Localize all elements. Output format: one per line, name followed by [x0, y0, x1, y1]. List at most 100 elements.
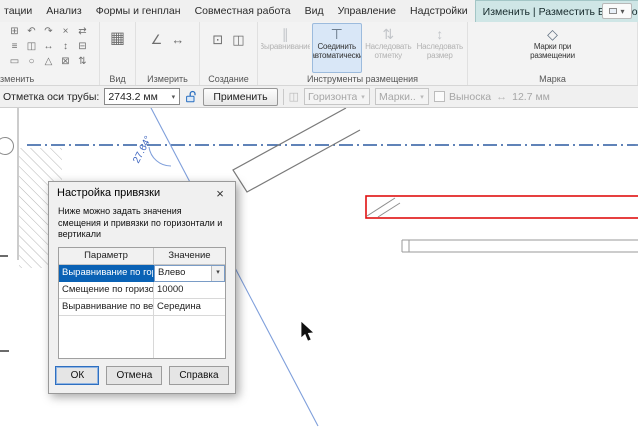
inherit-size-label: Наследовать размер — [416, 42, 464, 61]
column-header-value: Значение — [154, 248, 225, 266]
panel-label-measure: Измерить — [147, 74, 188, 84]
inherit-size-button[interactable]: ↕ Наследовать размер — [415, 23, 466, 73]
auto-connect-button[interactable]: ⊤ Соединить автоматически — [311, 23, 362, 73]
close-icon[interactable]: × — [205, 182, 235, 204]
view-tool-icon[interactable]: ▦ — [100, 30, 135, 48]
param-cell-vertical-justification[interactable]: Выравнивание по верт — [59, 299, 154, 317]
modify-tool-icon[interactable]: ↕ — [57, 39, 74, 54]
chevron-down-icon: ▾ — [620, 6, 625, 16]
value-combo-horizontal-justification[interactable]: Влево ▾ — [154, 265, 225, 283]
tab-collaborate[interactable]: Совместная работа — [188, 0, 298, 22]
panel-view: ▦ Вид — [100, 22, 136, 85]
horizontal-justification-value: Горизонта — [308, 90, 357, 103]
chevron-down-icon: ▾ — [361, 93, 365, 101]
cancel-button[interactable]: Отмена — [106, 366, 163, 385]
tab-addins[interactable]: Надстройки — [403, 0, 475, 22]
modify-tool-icon[interactable]: ◫ — [23, 39, 40, 54]
leader-checkbox[interactable]: Выноска — [434, 91, 491, 103]
value-cell-vertical-justification[interactable]: Середина — [154, 299, 225, 317]
lock-open-icon[interactable] — [185, 90, 198, 104]
level-marks — [0, 255, 9, 352]
tab-annotations[interactable]: тации — [0, 0, 39, 22]
chevron-down-icon[interactable]: ▾ — [211, 266, 224, 282]
modify-tool-icon[interactable]: ▭ — [6, 54, 23, 69]
panel-label-tag: Марка — [539, 74, 566, 84]
create-group-icon[interactable]: ⊡ — [212, 32, 223, 48]
leader-checkbox-label: Выноска — [449, 90, 492, 103]
justify-icon: ∥ — [281, 26, 289, 42]
ok-button[interactable]: ОК — [55, 366, 100, 385]
modify-tool-icon[interactable]: ⊟ — [74, 39, 91, 54]
modify-tool-icon[interactable]: ⇄ — [74, 24, 91, 39]
value-cell-horizontal-offset[interactable]: 10000 — [154, 282, 225, 300]
panel-label-placement-tools: Инструменты размещения — [306, 74, 419, 84]
tab-manage[interactable]: Управление — [331, 0, 403, 22]
help-button[interactable]: Справка — [169, 366, 229, 385]
revit-window: тации Анализ Формы и генплан Совместная … — [0, 0, 638, 427]
panel-create: ⊡ ◫ Создание — [200, 22, 258, 85]
options-bar: Отметка оси трубы: 2743.2 мм ▾ Применить… — [0, 86, 638, 108]
modify-tool-icon[interactable]: △ — [40, 54, 57, 69]
justify-label: Выравнивание — [260, 42, 311, 51]
inherit-elevation-button[interactable]: ⇅ Наследовать отметку — [363, 23, 414, 73]
column-header-parameter: Параметр — [59, 248, 154, 266]
justify-button[interactable]: ∥ Выравнивание — [260, 23, 311, 73]
leader-length-icon: ↔ — [496, 90, 508, 103]
panel-modify: ⊞ ↶ ↷ × ⇄ ≡ ◫ ↔ ↕ ⊟ ▭ ○ △ ⊠ ⇅ зменить — [0, 22, 100, 85]
tab-massing-site[interactable]: Формы и генплан — [89, 0, 188, 22]
mouse-cursor — [300, 320, 315, 342]
panel-placement-tools: ∥ Выравнивание ⊤ Соединить автоматически… — [258, 22, 468, 85]
param-cell-horizontal-justification[interactable]: Выравнивание по гори — [59, 265, 154, 283]
angle-measure-icon[interactable]: ∠ — [151, 32, 163, 48]
table-header-row: Параметр Значение — [59, 248, 225, 266]
tag-icon: ◇ — [547, 26, 558, 42]
dialog-description: Ниже можно задать значения смещения и пр… — [58, 206, 223, 240]
inherit-size-icon: ↕ — [436, 26, 444, 42]
tag-on-placement-button[interactable]: ◇ Марки при размещении — [520, 23, 586, 73]
justification-icon: ◫ — [288, 91, 299, 103]
settings-table: Параметр Значение Выравнивание по гори В… — [58, 247, 226, 360]
panel-label-create: Создание — [208, 74, 249, 84]
ribbon-tab-bar: тации Анализ Формы и генплан Совместная … — [0, 0, 638, 22]
modify-tool-icon[interactable]: ⊠ — [57, 54, 74, 69]
modify-tool-icon[interactable]: ≡ — [6, 39, 23, 54]
chevron-down-icon: ▾ — [420, 93, 424, 101]
dialog-title: Настройка привязки — [57, 187, 161, 199]
checkbox-icon — [434, 91, 445, 102]
auto-connect-icon: ⊤ — [330, 26, 343, 42]
param-cell-horizontal-offset[interactable]: Смещение по горизон — [59, 282, 154, 300]
tags-value: Марки... — [379, 90, 416, 103]
modify-tool-icon[interactable]: ↶ — [23, 24, 40, 39]
table-row: Смещение по горизон 10000 — [59, 282, 225, 300]
dialog-title-bar[interactable]: Настройка привязки × — [49, 182, 235, 204]
dialog-buttons: ОК Отмена Справка — [49, 366, 235, 385]
modify-tool-icon[interactable]: ↷ — [40, 24, 57, 39]
create-similar-icon[interactable]: ◫ — [232, 32, 244, 48]
apply-button[interactable]: Применить — [203, 87, 278, 106]
ribbon-display-toggle-button[interactable]: ▾ — [602, 3, 632, 19]
table-empty-area — [59, 316, 225, 359]
distance-measure-icon[interactable]: ↔ — [171, 32, 184, 48]
modify-tools-grid: ⊞ ↶ ↷ × ⇄ ≡ ◫ ↔ ↕ ⊟ ▭ ○ △ ⊠ ⇅ — [6, 24, 99, 69]
tab-analyze[interactable]: Анализ — [39, 0, 88, 22]
tab-view[interactable]: Вид — [298, 0, 331, 22]
table-row: Выравнивание по верт Середина — [59, 299, 225, 317]
combo-value: Влево — [158, 267, 186, 279]
tag-on-placement-label: Марки при размещении — [530, 42, 575, 61]
auto-connect-label: Соединить автоматически — [311, 42, 362, 61]
modify-tool-icon[interactable]: ⇅ — [74, 54, 91, 69]
horizontal-justification-combo[interactable]: Горизонта ▾ — [304, 88, 370, 105]
modify-tool-icon[interactable]: ⊞ — [6, 24, 23, 39]
inherit-elevation-icon: ⇅ — [382, 26, 395, 42]
modify-tool-icon[interactable]: ○ — [23, 54, 40, 69]
offset-label: Отметка оси трубы: — [3, 90, 100, 103]
separator — [282, 88, 284, 105]
grid-bubble — [0, 137, 14, 155]
modify-tool-icon[interactable]: ↔ — [40, 39, 57, 54]
chevron-down-icon[interactable]: ▾ — [167, 93, 179, 101]
offset-combo[interactable]: 2743.2 мм ▾ — [104, 88, 181, 105]
tags-combo[interactable]: Марки... ▾ — [375, 88, 429, 105]
panel-tag: ◇ Марки при размещении Марка — [468, 22, 638, 85]
modify-tool-icon[interactable]: × — [57, 24, 74, 39]
snap-settings-dialog: Настройка привязки × Ниже можно задать з… — [48, 181, 236, 394]
